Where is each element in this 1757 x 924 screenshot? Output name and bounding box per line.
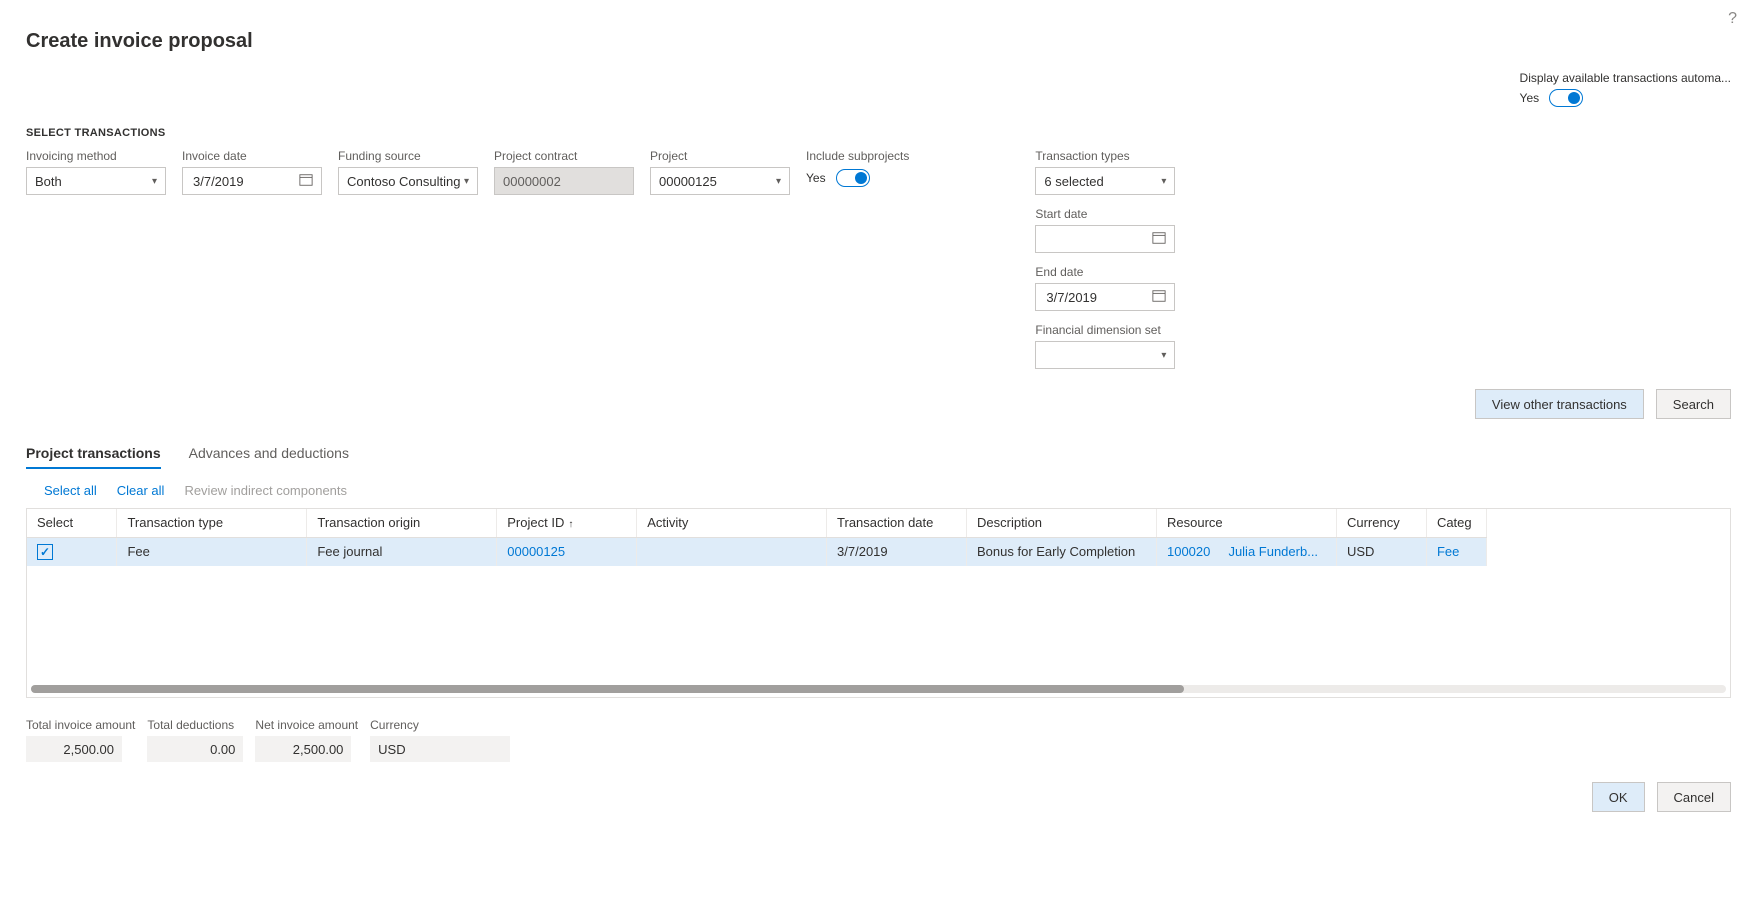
net-invoice-amount-value: 2,500.00 (255, 736, 351, 762)
project-contract-label: Project contract (494, 149, 634, 163)
invoicing-method-select[interactable]: Both ▾ (26, 167, 166, 195)
project-label: Project (650, 149, 790, 163)
cell-transaction-date: 3/7/2019 (827, 537, 967, 566)
cell-transaction-origin: Fee journal (307, 537, 497, 566)
col-currency[interactable]: Currency (1336, 509, 1426, 537)
transactions-grid[interactable]: Select Transaction type Transaction orig… (26, 508, 1731, 698)
col-transaction-type[interactable]: Transaction type (117, 509, 307, 537)
include-subprojects-toggle[interactable] (836, 169, 870, 187)
cell-activity (637, 537, 827, 566)
chevron-down-icon: ▾ (776, 176, 781, 187)
display-toggle[interactable] (1549, 89, 1583, 107)
cell-category[interactable]: Fee (1426, 537, 1486, 566)
select-all-link[interactable]: Select all (44, 483, 97, 498)
search-button[interactable]: Search (1656, 389, 1731, 419)
sort-ascending-icon: ↑ (568, 519, 573, 530)
col-category[interactable]: Categ (1426, 509, 1486, 537)
chevron-down-icon: ▾ (1161, 176, 1166, 187)
cancel-button[interactable]: Cancel (1657, 782, 1731, 812)
col-resource[interactable]: Resource (1156, 509, 1336, 537)
totals-currency-value: USD (370, 736, 510, 762)
financial-dimension-set-select[interactable]: ▾ (1035, 341, 1175, 369)
end-date-label: End date (1035, 265, 1175, 279)
review-indirect-link: Review indirect components (184, 483, 347, 498)
invoice-date-label: Invoice date (182, 149, 322, 163)
invoice-date-input[interactable] (182, 167, 322, 195)
chevron-down-icon: ▾ (464, 176, 469, 187)
funding-source-select[interactable]: Contoso Consulting ▾ (338, 167, 478, 195)
cell-project-id[interactable]: 00000125 (497, 537, 637, 566)
start-date-input[interactable] (1035, 225, 1175, 253)
col-transaction-origin[interactable]: Transaction origin (307, 509, 497, 537)
section-heading: SELECT TRANSACTIONS (26, 127, 1731, 139)
include-subprojects-value: Yes (806, 171, 826, 185)
total-invoice-amount-label: Total invoice amount (26, 718, 135, 732)
end-date-input[interactable] (1035, 283, 1175, 311)
transaction-types-label: Transaction types (1035, 149, 1175, 163)
col-project-id[interactable]: Project ID↑ (497, 509, 637, 537)
net-invoice-amount-label: Net invoice amount (255, 718, 358, 732)
funding-source-label: Funding source (338, 149, 478, 163)
project-contract-input: 00000002 (494, 167, 634, 195)
page-title: Create invoice proposal (26, 30, 1731, 53)
project-select[interactable]: 00000125 ▾ (650, 167, 790, 195)
chevron-down-icon: ▾ (152, 176, 157, 187)
col-activity[interactable]: Activity (637, 509, 827, 537)
cell-currency: USD (1336, 537, 1426, 566)
help-icon[interactable]: ? (1728, 10, 1737, 28)
invoicing-method-label: Invoicing method (26, 149, 166, 163)
financial-dimension-set-label: Financial dimension set (1035, 323, 1175, 337)
table-row[interactable]: ✓ Fee Fee journal 00000125 3/7/2019 Bonu… (27, 537, 1487, 566)
calendar-icon[interactable] (299, 173, 313, 190)
transaction-types-select[interactable]: 6 selected ▾ (1035, 167, 1175, 195)
cell-resource[interactable]: 100020 Julia Funderb... (1156, 537, 1336, 566)
total-deductions-value: 0.00 (147, 736, 243, 762)
cell-description: Bonus for Early Completion (967, 537, 1157, 566)
start-date-label: Start date (1035, 207, 1175, 221)
row-checkbox[interactable]: ✓ (37, 544, 53, 560)
tab-advances-deductions[interactable]: Advances and deductions (189, 445, 349, 469)
totals-currency-label: Currency (370, 718, 510, 732)
horizontal-scrollbar[interactable] (31, 685, 1726, 693)
calendar-icon[interactable] (1152, 289, 1166, 306)
col-transaction-date[interactable]: Transaction date (827, 509, 967, 537)
calendar-icon[interactable] (1152, 231, 1166, 248)
col-description[interactable]: Description (967, 509, 1157, 537)
view-other-transactions-button[interactable]: View other transactions (1475, 389, 1644, 419)
col-select[interactable]: Select (27, 509, 117, 537)
include-subprojects-label: Include subprojects (806, 149, 909, 163)
total-deductions-label: Total deductions (147, 718, 243, 732)
clear-all-link[interactable]: Clear all (117, 483, 165, 498)
display-toggle-value: Yes (1520, 91, 1540, 105)
ok-button[interactable]: OK (1592, 782, 1645, 812)
cell-transaction-type: Fee (117, 537, 307, 566)
display-toggle-label: Display available transactions automa... (1520, 71, 1731, 85)
chevron-down-icon: ▾ (1161, 350, 1166, 361)
total-invoice-amount-value: 2,500.00 (26, 736, 122, 762)
tab-project-transactions[interactable]: Project transactions (26, 445, 161, 469)
